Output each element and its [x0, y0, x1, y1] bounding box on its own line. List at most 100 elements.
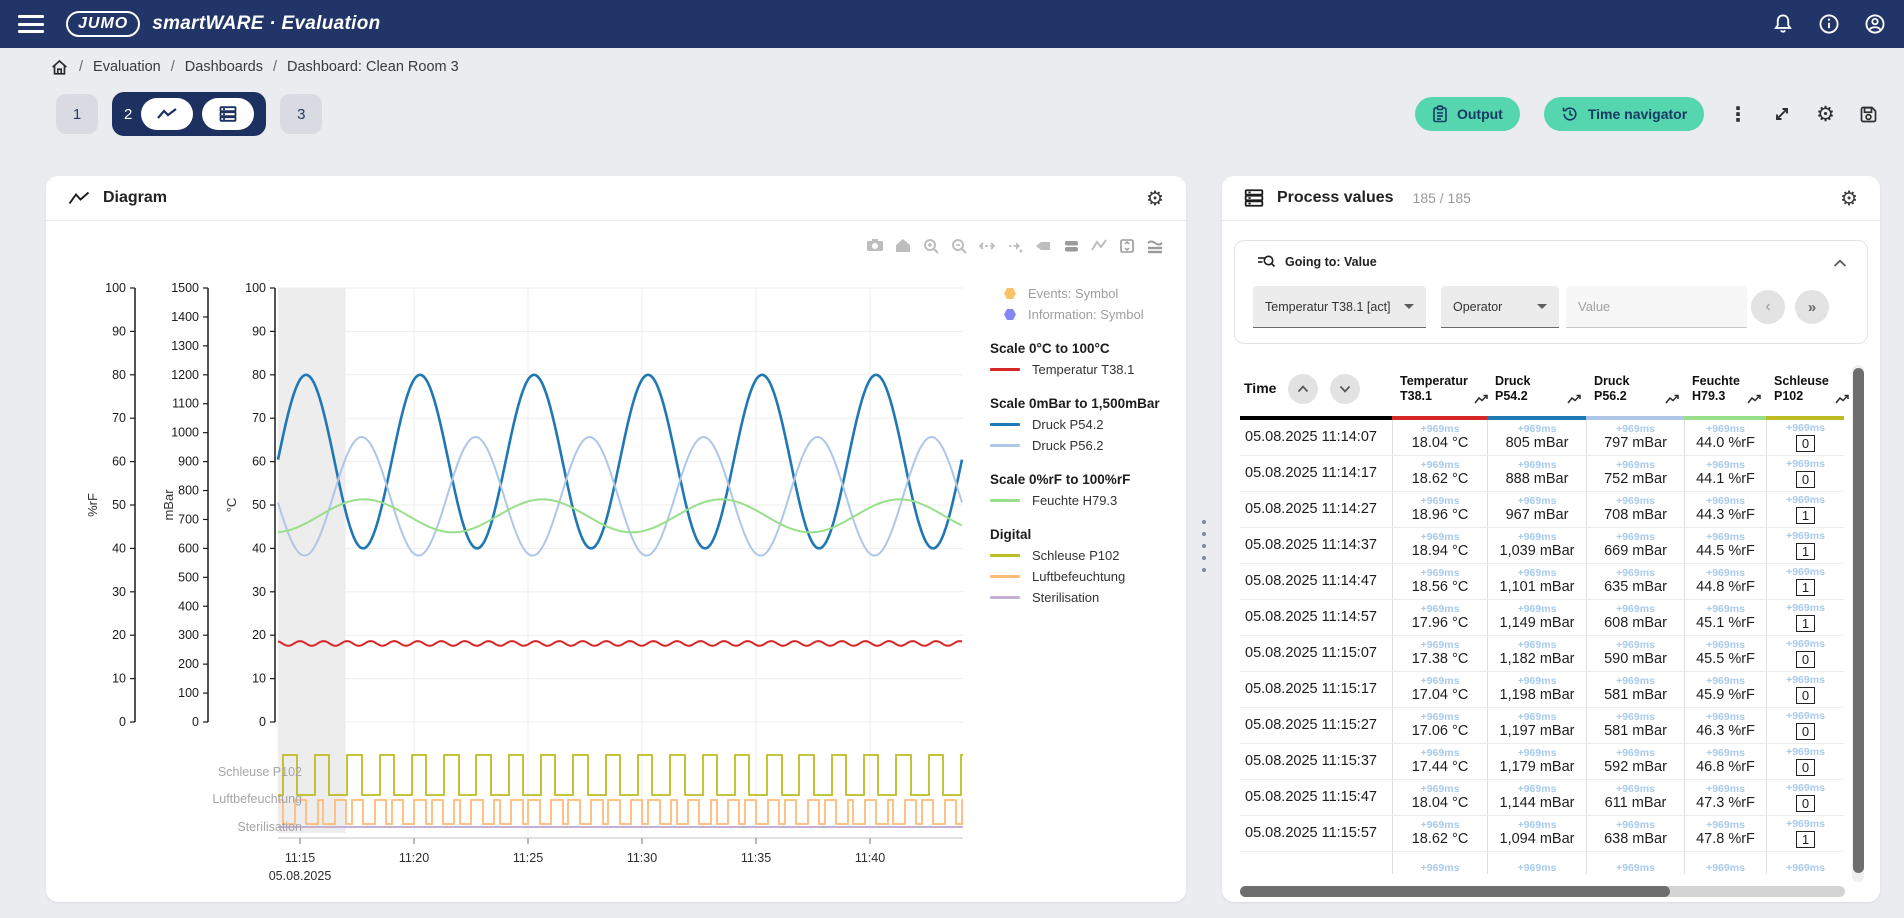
- process-values-settings-icon[interactable]: ⚙: [1840, 186, 1858, 210]
- expand-icon[interactable]: [1772, 104, 1792, 124]
- tab-2[interactable]: 2: [112, 92, 266, 136]
- trend-icon[interactable]: [1835, 394, 1850, 408]
- ms-offset-label: +969ms: [1706, 640, 1745, 651]
- value-cell: +969ms18.94 °C: [1392, 528, 1487, 563]
- line-mode-icon[interactable]: [1090, 237, 1108, 255]
- sort-descending-button[interactable]: [1330, 374, 1360, 404]
- table-row[interactable]: 05.08.2025 11:15:47+969ms18.04 °C+969ms1…: [1240, 780, 1844, 816]
- cell-value: 18.96 °C: [1412, 508, 1469, 523]
- next-match-button[interactable]: »: [1795, 290, 1829, 324]
- trend-icon[interactable]: [1747, 394, 1762, 408]
- value-cell: +969ms1: [1766, 564, 1844, 599]
- app-title: smartWARE · Evaluation: [152, 13, 380, 35]
- info-icon[interactable]: [1818, 13, 1840, 35]
- zoom-in-icon[interactable]: [922, 237, 940, 255]
- ms-offset-label: +969ms: [1421, 820, 1460, 831]
- value-cell: +969ms1: [1766, 816, 1844, 851]
- svg-text:0: 0: [259, 715, 266, 729]
- svg-text:20: 20: [252, 628, 266, 642]
- vertical-scrollbar-thumb[interactable]: [1853, 368, 1864, 873]
- bell-icon[interactable]: [1772, 13, 1794, 35]
- breadcrumb-item-evaluation[interactable]: Evaluation: [93, 59, 161, 75]
- menu-icon[interactable]: [18, 15, 44, 33]
- horizontal-scrollbar-thumb[interactable]: [1240, 886, 1670, 897]
- previous-match-button[interactable]: ‹: [1751, 290, 1785, 324]
- value-cell: +969ms752 mBar: [1586, 456, 1684, 491]
- value-cell: +969ms1,197 mBar: [1487, 708, 1586, 743]
- diagram-settings-icon[interactable]: ⚙: [1146, 186, 1164, 210]
- stacked-waves-icon[interactable]: [1146, 237, 1164, 255]
- cell-value: 0: [1796, 435, 1815, 452]
- value-cell: +969ms44.0 %rF: [1684, 420, 1766, 455]
- table-row[interactable]: 05.08.2025 11:14:47+969ms18.56 °C+969ms1…: [1240, 564, 1844, 600]
- ms-offset-label: +969ms: [1616, 784, 1655, 795]
- table-row[interactable]: 05.08.2025 11:14:07+969ms18.04 °C+969ms8…: [1240, 420, 1844, 456]
- value-input[interactable]: [1566, 286, 1747, 328]
- legend-marker-events[interactable]: Events: Symbol: [990, 283, 1186, 304]
- collapse-chevron-icon[interactable]: [1833, 255, 1847, 273]
- legend-marker-information[interactable]: Information: Symbol: [990, 304, 1186, 325]
- table-row[interactable]: 05.08.2025 11:15:27+969ms17.06 °C+969ms1…: [1240, 708, 1844, 744]
- view-toggle-table[interactable]: [202, 98, 254, 130]
- view-toggle-diagram[interactable]: [141, 98, 193, 130]
- svg-text:100: 100: [105, 281, 126, 295]
- trend-icon[interactable]: [1567, 394, 1582, 408]
- table-row[interactable]: 05.08.2025 11:15:17+969ms17.04 °C+969ms1…: [1240, 672, 1844, 708]
- value-cell: +969ms44.1 %rF: [1684, 456, 1766, 491]
- tooltip-single-icon[interactable]: [1034, 237, 1052, 255]
- cell-value: 1,197 mBar: [1500, 724, 1575, 739]
- column-header-time[interactable]: Time: [1240, 365, 1392, 416]
- table-row[interactable]: 05.08.2025 11:14:17+969ms18.62 °C+969ms8…: [1240, 456, 1844, 492]
- settings-icon[interactable]: ⚙: [1816, 102, 1835, 126]
- operator-select[interactable]: Operator: [1441, 286, 1559, 328]
- ms-offset-label: +969ms: [1786, 819, 1825, 830]
- home-icon[interactable]: [50, 58, 69, 77]
- legend-item-druck-p54-2[interactable]: Druck P54.2: [990, 414, 1186, 435]
- table-row[interactable]: 05.08.2025 11:14:37+969ms18.94 °C+969ms1…: [1240, 528, 1844, 564]
- diagram-chart-area: 0102030405060708090100%rF010020030040050…: [46, 221, 1186, 902]
- legend-item-schleuse-p102[interactable]: Schleuse P102: [990, 545, 1186, 566]
- breadcrumb-item-dashboards[interactable]: Dashboards: [185, 59, 263, 75]
- cell-value: 1: [1796, 543, 1815, 560]
- sort-ascending-button[interactable]: [1288, 374, 1318, 404]
- panel-resize-handle[interactable]: [1200, 520, 1208, 572]
- legend-item-sterilisation[interactable]: Sterilisation: [990, 587, 1186, 608]
- table-row[interactable]: 05.08.2025 11:15:37+969ms17.44 °C+969ms1…: [1240, 744, 1844, 780]
- table-row[interactable]: 05.08.2025 11:14:57+969ms17.96 °C+969ms1…: [1240, 600, 1844, 636]
- save-icon[interactable]: [1859, 105, 1878, 124]
- more-options-icon[interactable]: ⋮: [1728, 102, 1748, 126]
- line-swatch-icon: [990, 423, 1020, 426]
- legend-group-header: Digital: [990, 524, 1186, 545]
- value-cell: +969ms18.62 °C: [1392, 816, 1487, 851]
- time-selection-band[interactable]: [278, 288, 346, 833]
- table-row[interactable]: 05.08.2025 11:14:27+969ms18.96 °C+969ms9…: [1240, 492, 1844, 528]
- output-button[interactable]: Output: [1415, 97, 1520, 131]
- line-swatch-icon: [990, 575, 1020, 578]
- ms-offset-label: +969ms: [1616, 496, 1655, 507]
- zoom-out-icon[interactable]: [950, 237, 968, 255]
- account-icon[interactable]: [1864, 13, 1886, 35]
- tooltip-compare-icon[interactable]: [1062, 237, 1080, 255]
- table-row-partial[interactable]: +969ms+969ms+969ms+969ms+969ms: [1240, 852, 1844, 874]
- value-cell: +969ms17.44 °C: [1392, 744, 1487, 779]
- table-row[interactable]: 05.08.2025 11:15:57+969ms18.62 °C+969ms1…: [1240, 816, 1844, 852]
- autoscale-icon[interactable]: [978, 237, 996, 255]
- time-navigator-button[interactable]: Time navigator: [1544, 97, 1704, 131]
- cell-value: 17.96 °C: [1412, 616, 1469, 631]
- spikes-icon[interactable]: [1006, 237, 1024, 255]
- ms-offset-label: +969ms: [1616, 424, 1655, 435]
- table-row[interactable]: 05.08.2025 11:15:07+969ms17.38 °C+969ms1…: [1240, 636, 1844, 672]
- home-icon[interactable]: [894, 237, 912, 255]
- legend-item-temperatur-t38-1[interactable]: Temperatur T38.1: [990, 359, 1186, 380]
- tab-3[interactable]: 3: [280, 94, 322, 134]
- channel-select[interactable]: Temperatur T38.1 [act]: [1253, 286, 1426, 328]
- tab-1[interactable]: 1: [56, 94, 98, 134]
- camera-icon[interactable]: [866, 237, 884, 255]
- legend-item-feuchte-h79-3[interactable]: Feuchte H79.3: [990, 490, 1186, 511]
- value-cell: +969ms1,144 mBar: [1487, 780, 1586, 815]
- trend-icon[interactable]: [1665, 394, 1680, 408]
- range-selector-icon[interactable]: [1118, 237, 1136, 255]
- legend-item-druck-p56-2[interactable]: Druck P56.2: [990, 435, 1186, 456]
- legend-item-luftbefeuchtung[interactable]: Luftbefeuchtung: [990, 566, 1186, 587]
- svg-text:11:35: 11:35: [741, 851, 771, 865]
